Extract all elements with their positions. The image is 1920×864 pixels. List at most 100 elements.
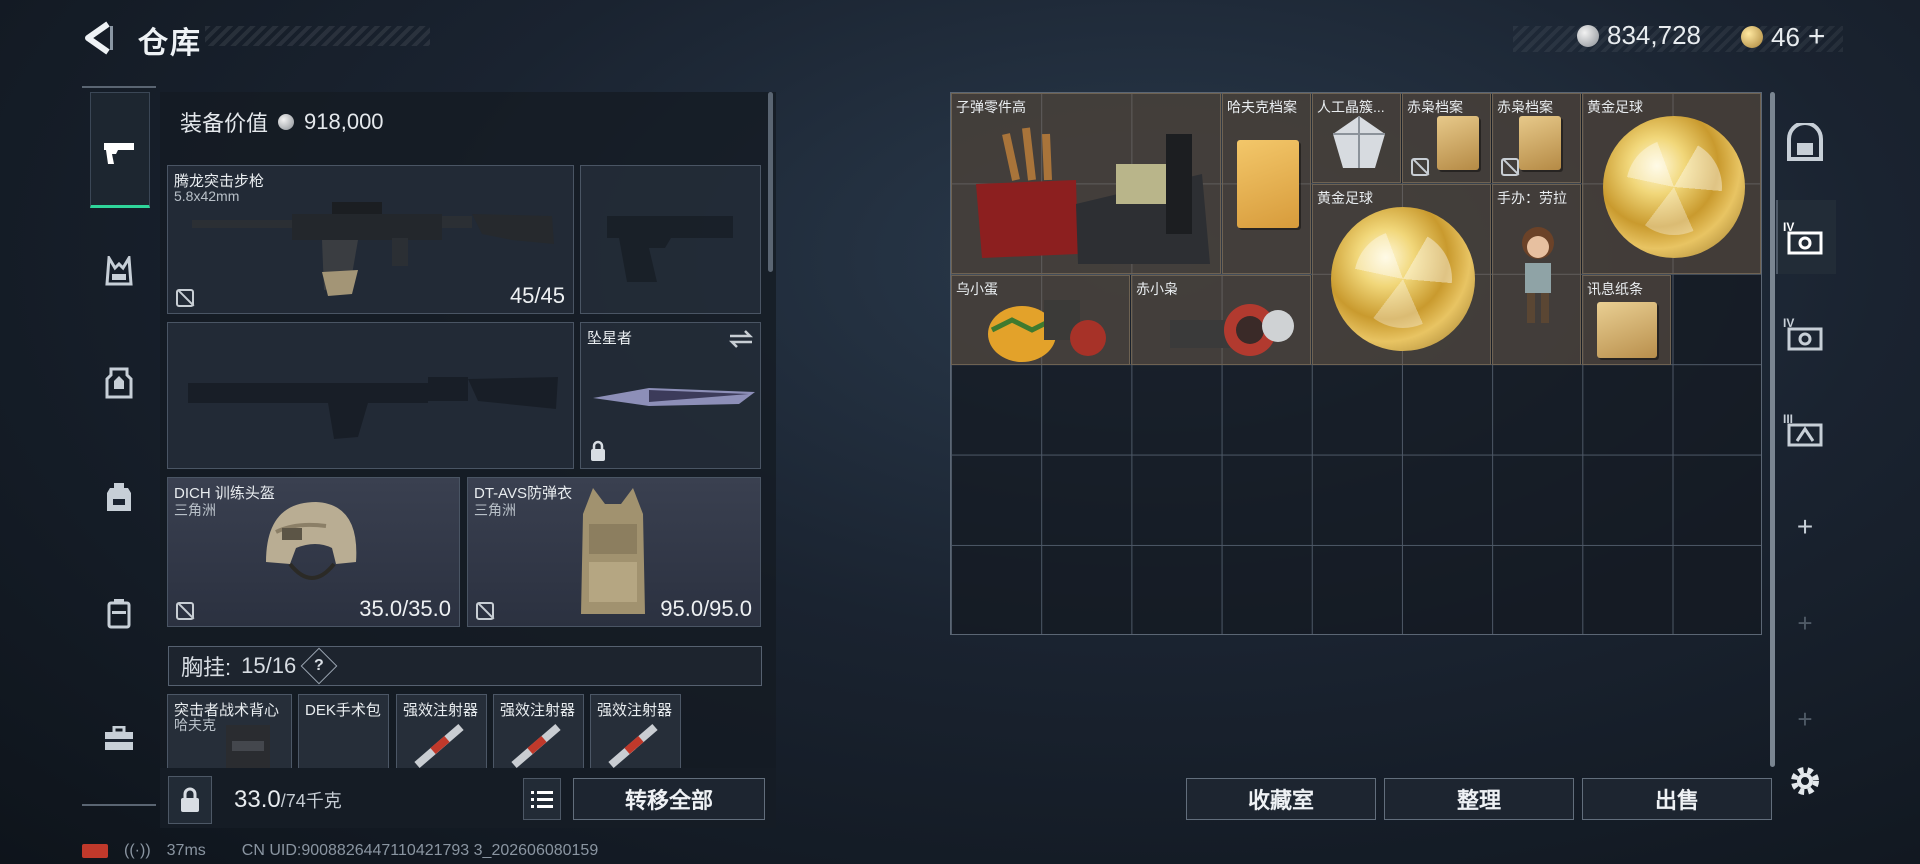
help-icon[interactable]: ? <box>300 647 338 685</box>
sell-button[interactable]: 出售 <box>1582 778 1772 820</box>
header-stripe <box>205 26 430 46</box>
stash-scrollbar[interactable] <box>1770 92 1775 767</box>
pouch-item[interactable]: 突击者战术背心 哈夫克 <box>167 694 292 774</box>
gold-currency[interactable]: 46 + <box>1741 20 1825 54</box>
primary-weapon-slot[interactable]: 腾龙突击步枪 5.8x42mm 45/45 <box>167 165 574 314</box>
stash-tab-3-icon[interactable]: III <box>1780 404 1830 454</box>
add-disabled-icon: + <box>1797 703 1813 734</box>
back-arrow-icon[interactable] <box>80 18 120 58</box>
safe-box-icon[interactable] <box>1780 118 1830 168</box>
organize-button[interactable]: 整理 <box>1384 778 1574 820</box>
paper-note-icon <box>1597 302 1657 358</box>
helmet-slot[interactable]: DICH 训练头盔 三角洲 35.0/35.0 <box>167 477 460 627</box>
pouch-item[interactable]: 强效注射器 <box>493 694 584 774</box>
chest-rig-bar: 胸挂: 15/16 ? <box>168 646 762 686</box>
wifi-icon: ((·)) <box>124 842 151 859</box>
equipment-value-label: 装备价值 <box>180 111 269 136</box>
equipment-value: 装备价值 918,000 <box>180 106 384 138</box>
lock-button[interactable] <box>168 776 212 824</box>
list-icon <box>531 791 553 808</box>
item-name: 赤枭档案 <box>1497 99 1553 115</box>
transfer-all-button[interactable]: 转移全部 <box>573 778 765 820</box>
item-name: 哈夫克档案 <box>1227 99 1297 115</box>
uid-text: CN UID:9008826447110421793 3_20260608015… <box>241 842 599 859</box>
stash-item[interactable]: 黄金足球 <box>1582 93 1761 274</box>
list-view-button[interactable] <box>523 778 561 820</box>
stash-item[interactable]: 人工晶簇... <box>1312 93 1401 183</box>
page-title: 仓库 <box>138 27 202 60</box>
rail-bottom-line <box>82 804 156 806</box>
add-disabled-icon: + <box>1797 607 1813 638</box>
stash-tab-4-icon[interactable]: IV <box>1780 212 1830 262</box>
pistol-slot[interactable] <box>580 165 761 314</box>
battery-icon <box>82 844 108 858</box>
collection-button[interactable]: 收藏室 <box>1186 778 1376 820</box>
settings-icon[interactable] <box>1780 756 1830 806</box>
item-name: 赤枭档案 <box>1407 99 1463 115</box>
silver-coin-icon <box>1577 24 1599 47</box>
gold-amount: 46 <box>1771 21 1800 52</box>
stash-tab-4b-icon[interactable]: IV <box>1780 308 1830 358</box>
item-name: 讯息纸条 <box>1587 281 1643 297</box>
pouch-item-name: DEK手术包 <box>305 702 381 719</box>
no-trade-icon <box>176 289 194 307</box>
knife-icon <box>593 388 755 406</box>
chest-rig-icon[interactable] <box>92 244 146 298</box>
gold-plus-icon[interactable]: + <box>1808 20 1826 54</box>
syringe-icon <box>414 723 464 769</box>
add-icon[interactable]: + <box>1780 502 1830 552</box>
pistol-icon[interactable] <box>92 126 146 180</box>
no-trade-icon <box>476 602 494 620</box>
syringe-icon <box>608 723 658 769</box>
left-rail <box>82 86 156 806</box>
armor-vest-icon[interactable] <box>92 356 146 410</box>
pouch-item[interactable]: DEK手术包 <box>298 694 389 774</box>
stash-item[interactable]: 手办：劳拉 <box>1492 184 1581 365</box>
stash-item[interactable]: 子弹零件高 <box>951 93 1221 274</box>
backpack-icon[interactable] <box>92 470 146 524</box>
stash-item[interactable]: 赤小枭 <box>1131 275 1311 365</box>
stash-item[interactable]: 黄金足球 <box>1312 184 1491 365</box>
ping-value: 37ms <box>166 842 206 859</box>
item-name: 黄金足球 <box>1317 190 1373 206</box>
golden-football-icon <box>1331 207 1475 351</box>
weight-max: /74千克 <box>280 791 342 811</box>
pouch-item-name: 强效注射器 <box>403 702 479 719</box>
crystal-icon <box>1333 116 1385 168</box>
red-owl-figure-icon <box>1170 304 1294 356</box>
loadout-scrollbar[interactable] <box>768 92 773 272</box>
golden-football-icon <box>1603 116 1745 258</box>
armor-slot[interactable]: DT-AVS防弹衣 三角洲 95.0/95.0 <box>467 477 761 627</box>
stash-item[interactable]: 赤枭档案 <box>1402 93 1491 183</box>
carry-weight: 33.0/74千克 <box>234 786 342 814</box>
weapon-ammo: 45/45 <box>509 283 565 308</box>
armor-durability: 95.0/95.0 <box>660 596 752 621</box>
stash-item[interactable]: 赤枭档案 <box>1492 93 1581 183</box>
armor-vest-icon <box>581 488 645 614</box>
status-bar: ((·)) 37ms CN UID:9008826447110421793 3_… <box>82 842 598 860</box>
case-icon[interactable] <box>92 586 146 640</box>
pouch-item-name: 强效注射器 <box>500 702 576 719</box>
egg-figure-icon <box>988 300 1106 362</box>
secondary-weapon-slot[interactable] <box>167 322 574 469</box>
melee-name: 坠星者 <box>587 330 633 347</box>
weight-value: 33.0 <box>234 786 281 813</box>
pouch-item[interactable]: 强效注射器 <box>590 694 681 774</box>
armor-faction: 三角洲 <box>474 502 516 518</box>
dossier-icon <box>1519 116 1561 170</box>
stash-item[interactable]: 乌小蛋 <box>951 275 1130 365</box>
pouch-item-sub: 哈夫克 <box>174 717 216 733</box>
no-trade-icon <box>1501 158 1519 176</box>
item-name: 黄金足球 <box>1587 99 1643 115</box>
swap-icon[interactable] <box>728 329 754 349</box>
rifle-icon <box>192 202 554 296</box>
toolbox-icon[interactable] <box>92 712 146 766</box>
stash-item[interactable]: 讯息纸条 <box>1582 275 1671 365</box>
pistol-placeholder-icon <box>607 216 733 282</box>
melee-slot[interactable]: 坠星者 <box>580 322 761 469</box>
pouch-item[interactable]: 强效注射器 <box>396 694 487 774</box>
stash-item[interactable]: 哈夫克档案 <box>1222 93 1311 274</box>
chest-rig-label: 胸挂: <box>181 655 232 680</box>
pouch-item-name: 强效注射器 <box>597 702 673 719</box>
dossier-icon <box>1437 116 1479 170</box>
